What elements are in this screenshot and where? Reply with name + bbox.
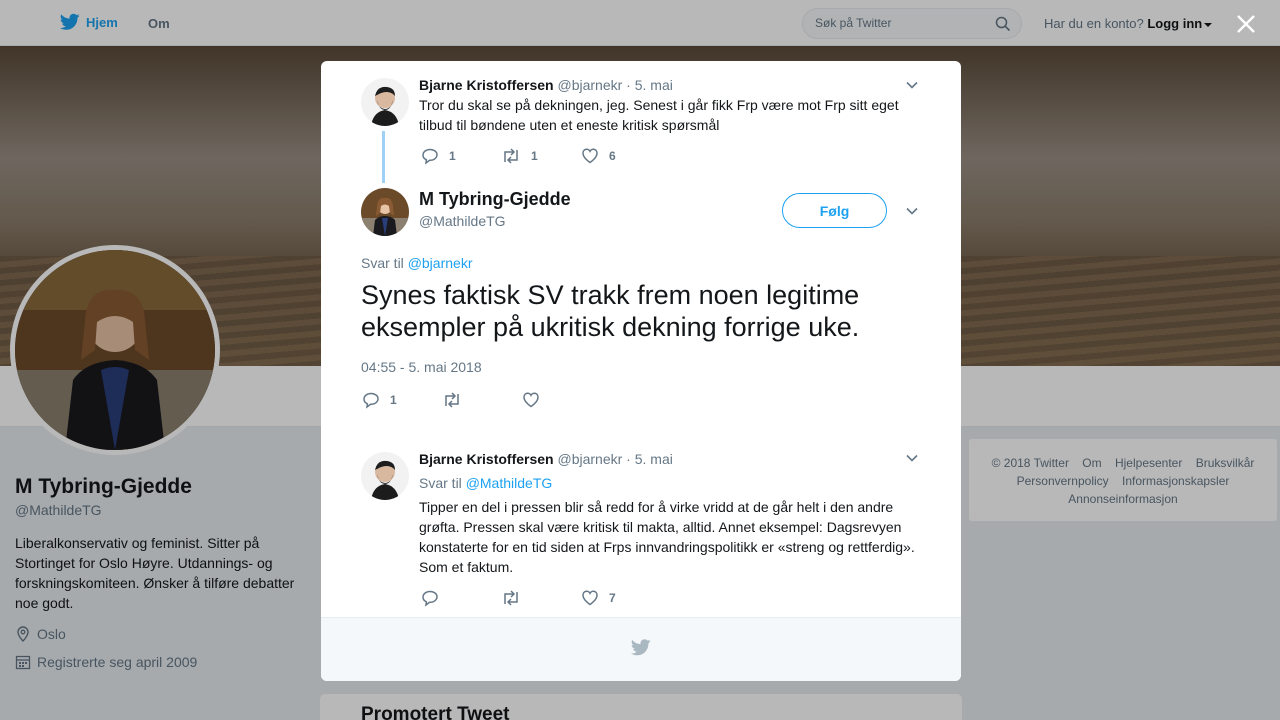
reply-count: 1 — [390, 393, 397, 407]
reply-prefix: Svar til — [419, 475, 462, 491]
reply-button[interactable]: 1 — [362, 391, 442, 409]
reply-prefix: Svar til — [361, 255, 404, 271]
modal-footer — [321, 617, 961, 681]
retweet-icon — [504, 590, 518, 606]
reply-icon — [363, 392, 379, 409]
parent-tweet-author-name[interactable]: Bjarne Kristoffersen — [419, 77, 554, 93]
main-tweet-author-handle[interactable]: @MathildeTG — [419, 213, 506, 229]
heart-icon — [582, 148, 598, 164]
main-tweet-timestamp[interactable]: 04:55 - 5. mai 2018 — [361, 359, 482, 375]
avatar-image — [361, 188, 409, 236]
twitter-bird-icon — [631, 639, 651, 656]
reply-icon — [422, 148, 438, 165]
reply-tweet-author-avatar[interactable] — [361, 452, 409, 500]
reply-tweet-header: Bjarne Kristoffersen @bjarnekr · 5. mai — [419, 451, 673, 467]
retweet-icon — [504, 148, 518, 164]
main-tweet-reply-context: Svar til @bjarnekr — [361, 255, 472, 271]
retweet-button[interactable] — [501, 589, 581, 607]
main-tweet-text: Synes faktisk SV trakk frem noen legitim… — [361, 280, 860, 342]
reply-button[interactable]: 1 — [421, 147, 501, 165]
retweet-icon — [445, 392, 459, 408]
heart-icon — [523, 392, 539, 408]
reply-tweet-date[interactable]: · 5. mai — [626, 451, 673, 467]
close-icon[interactable] — [1234, 12, 1258, 36]
avatar-image — [361, 78, 409, 126]
like-count: 6 — [609, 149, 616, 163]
follow-button[interactable]: Følg — [782, 193, 887, 228]
tweet-author-avatar[interactable] — [361, 78, 409, 126]
reply-tweet-author-handle[interactable]: @bjarnekr — [557, 451, 622, 467]
reply-button[interactable] — [421, 589, 501, 607]
reply-tweet-reply-context: Svar til @MathildeTG — [419, 473, 552, 493]
chevron-down-icon[interactable] — [905, 204, 919, 218]
like-button[interactable] — [522, 391, 540, 409]
parent-tweet-header: Bjarne Kristoffersen @bjarnekr · 5. mai — [419, 77, 673, 93]
parent-tweet-text: Tror du skal se på dekningen, jeg. Senes… — [419, 97, 899, 133]
retweet-button[interactable] — [442, 391, 522, 409]
heart-icon — [582, 590, 598, 606]
reply-count: 1 — [449, 149, 456, 163]
like-button[interactable]: 6 — [581, 147, 616, 165]
reply-icon — [422, 590, 438, 607]
parent-tweet-author-handle[interactable]: @bjarnekr — [557, 77, 622, 93]
reply-to-handle-link[interactable]: @bjarnekr — [408, 255, 473, 271]
parent-tweet-actions: 1 1 6 — [421, 147, 616, 165]
thread-connector — [382, 131, 385, 183]
reply-tweet-author-name[interactable]: Bjarne Kristoffersen — [419, 451, 554, 467]
like-count: 7 — [609, 591, 616, 605]
retweet-button[interactable]: 1 — [501, 147, 581, 165]
reply-tweet-actions: 7 — [421, 589, 616, 607]
avatar-image — [361, 452, 409, 500]
chevron-down-icon[interactable] — [905, 78, 919, 92]
reply-to-handle-link[interactable]: @MathildeTG — [466, 475, 553, 491]
chevron-down-icon[interactable] — [905, 451, 919, 465]
main-tweet-author-name[interactable]: M Tybring-Gjedde — [419, 189, 571, 210]
retweet-count: 1 — [531, 149, 538, 163]
parent-tweet-date[interactable]: · 5. mai — [626, 77, 673, 93]
tweet-permalink-modal: Bjarne Kristoffersen @bjarnekr · 5. mai … — [321, 61, 961, 681]
main-tweet-author-avatar[interactable] — [361, 188, 409, 236]
like-button[interactable]: 7 — [581, 589, 616, 607]
main-tweet-actions: 1 — [362, 391, 540, 409]
reply-tweet-text: Tipper en del i pressen blir så redd for… — [419, 499, 915, 575]
